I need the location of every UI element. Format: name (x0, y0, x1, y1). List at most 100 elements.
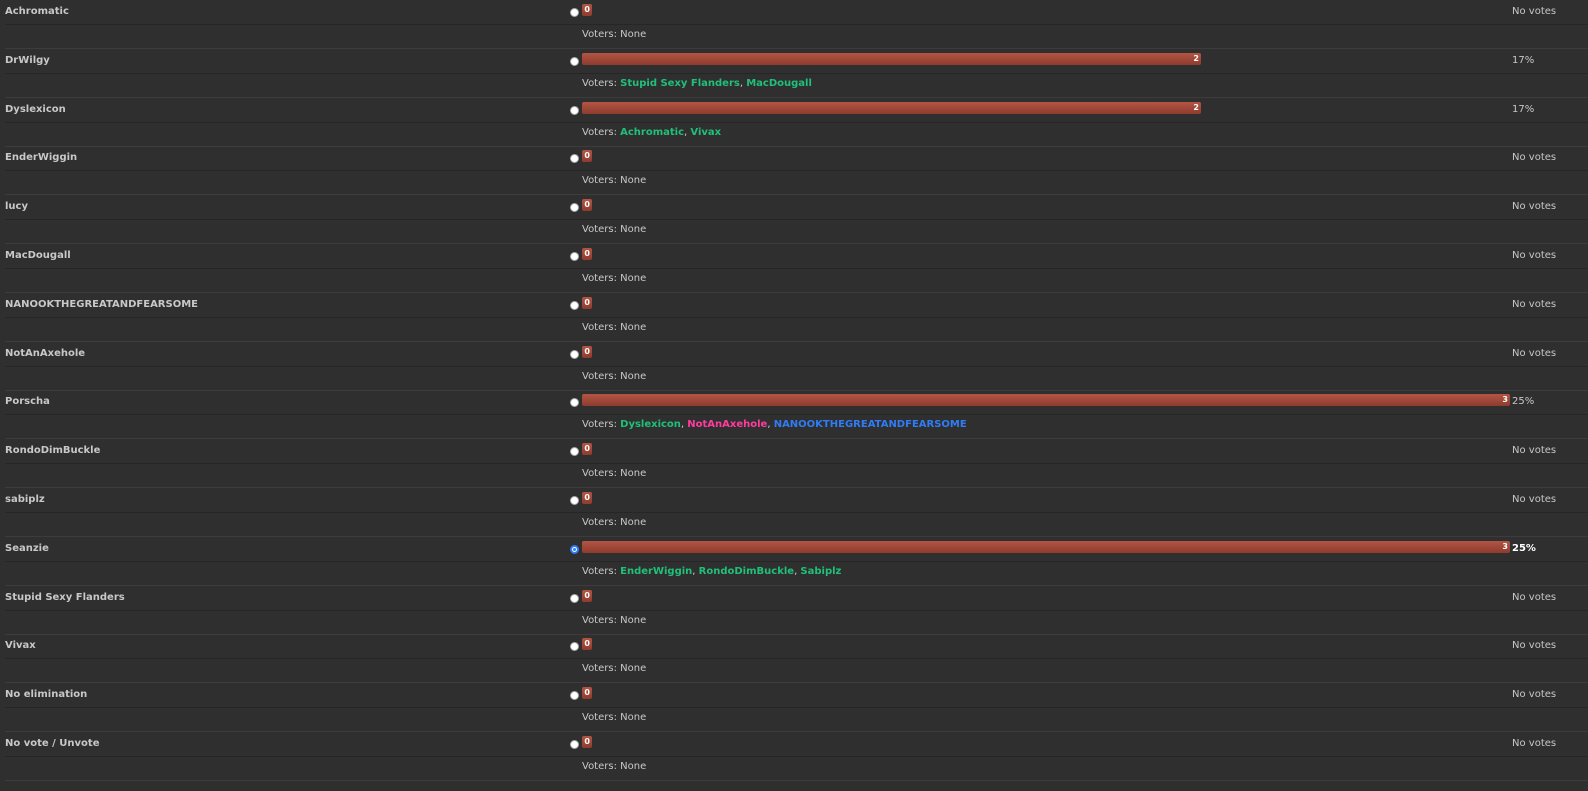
vote-radio[interactable] (570, 691, 579, 701)
poll-option-row[interactable]: RondoDimBuckle 0 No votes (5, 439, 1588, 465)
poll-option-row[interactable]: Achromatic 0 No votes (5, 0, 1588, 25)
poll-option-drwilgy: DrWilgy 2 17% Voters: Stupid Sexy Flanders,… (0, 49, 1588, 98)
vote-count: 3 (1502, 541, 1508, 551)
vote-count: 0 (584, 688, 590, 698)
voter-link[interactable]: Stupid Sexy Flanders (620, 78, 740, 89)
poll-option-seanzie: Seanzie 3 25% Voters: EnderWiggin, RondoDim… (0, 537, 1588, 586)
poll-option-macdougall: MacDougall 0 No votes Voters: None (0, 244, 1588, 293)
vote-count: 2 (1193, 53, 1199, 63)
vote-bar: 0 (582, 296, 592, 309)
voter-link[interactable]: Vivax (690, 127, 721, 138)
vote-percent: 17% (1512, 103, 1535, 115)
vote-percent: No votes (1512, 640, 1557, 652)
voters-label: Voters: (582, 419, 617, 431)
vote-count: 0 (584, 639, 590, 649)
poll-option-row[interactable]: Stupid Sexy Flanders 0 No votes (5, 586, 1588, 611)
voters-none: None (620, 175, 647, 187)
vote-radio[interactable] (570, 642, 579, 652)
vote-bar: 0 (582, 687, 592, 700)
vote-bar: 0 (582, 443, 592, 456)
voters-list: Voters: None (582, 29, 646, 40)
poll-option-row[interactable]: sabiplz 0 No votes (5, 488, 1588, 513)
vote-radio[interactable] (570, 300, 579, 310)
voters-list: Voters: None (582, 224, 646, 235)
poll-option-row[interactable]: MacDougall 0 No votes (5, 244, 1588, 269)
vote-bar: 0 (582, 735, 592, 748)
poll-option-notanaxehole: NotAnAxehole 0 No votes Voters: None (0, 342, 1588, 391)
poll-option-row[interactable]: DrWilgy 2 17% (5, 49, 1588, 74)
poll-option-row[interactable]: lucy 0 No votes (5, 195, 1588, 221)
voter-link[interactable]: Dyslexicon (620, 419, 681, 430)
vote-radio[interactable] (570, 154, 579, 164)
vote-percent: No votes (1512, 152, 1557, 164)
vote-percent: No votes (1512, 298, 1557, 310)
voter-link[interactable]: Achromatic (620, 127, 684, 138)
poll-option-stupid-sexy-flanders: Stupid Sexy Flanders 0 No votes Voters: Non… (0, 586, 1588, 635)
voter-link[interactable]: MacDougall (746, 78, 812, 89)
vote-radio[interactable] (570, 739, 579, 749)
poll-option-row[interactable]: NotAnAxehole 0 No votes (5, 342, 1588, 367)
vote-percent: No votes (1512, 249, 1557, 261)
option-name: No vote / Unvote (5, 737, 100, 749)
vote-radio[interactable] (570, 398, 579, 408)
voter-link[interactable]: NotAnAxehole (687, 419, 767, 430)
vote-radio[interactable] (570, 349, 579, 359)
vote-percent: No votes (1512, 493, 1557, 505)
voters-none: None (620, 663, 647, 675)
voters-list: Voters: EnderWiggin, RondoDimBuckle, Sab… (582, 565, 842, 577)
voters-list: Voters: None (582, 615, 646, 626)
vote-radio[interactable] (570, 447, 579, 457)
option-name: DrWilgy (5, 54, 50, 66)
vote-count: 0 (584, 736, 590, 746)
vote-radio[interactable] (570, 203, 579, 213)
vote-percent: No votes (1512, 689, 1557, 701)
voters-row: Voters: None (5, 367, 1588, 391)
vote-radio[interactable] (570, 495, 579, 505)
poll-option-row[interactable]: Seanzie 3 25% (5, 537, 1588, 562)
voters-list: Voters: None (582, 175, 646, 186)
vote-radio[interactable] (570, 251, 579, 261)
voters-row: Voters: Stupid Sexy Flanders, MacDougall (5, 74, 1588, 98)
poll-option-row[interactable]: Porscha 3 25% (5, 390, 1588, 416)
voter-link[interactable]: Sabiplz (800, 566, 841, 577)
voters-label: Voters: (582, 565, 617, 577)
vote-bar: 0 (582, 199, 592, 212)
poll-option-row[interactable]: NANOOKTHEGREATANDFEARSOME 0 No votes (5, 293, 1588, 318)
vote-radio[interactable] (570, 105, 579, 115)
poll-option-row[interactable]: Vivax 0 No votes (5, 634, 1588, 660)
vote-count: 0 (584, 492, 590, 502)
voters-none: None (620, 321, 647, 333)
vote-percent: 25% (1512, 396, 1535, 408)
vote-radio[interactable] (570, 593, 579, 603)
poll-option-no-elimination: No elimination 0 No votes Voters: None (0, 683, 1588, 733)
option-name: NotAnAxehole (5, 347, 86, 359)
poll-option-row[interactable]: No elimination 0 No votes (5, 683, 1588, 709)
vote-count: 0 (584, 5, 590, 14)
voter-link[interactable]: EnderWiggin (620, 566, 692, 577)
vote-radio[interactable] (570, 544, 579, 554)
vote-percent: No votes (1512, 6, 1557, 17)
vote-radio[interactable] (570, 8, 579, 17)
voter-link[interactable]: NANOOKTHEGREATANDFEARSOME (774, 419, 967, 430)
voters-label: Voters: (582, 663, 617, 675)
option-name: No elimination (5, 689, 88, 701)
poll-option-enderwiggin: EnderWiggin 0 No votes Voters: None (0, 146, 1588, 196)
poll-option-row[interactable]: Dyslexicon 2 17% (5, 98, 1588, 123)
vote-count: 0 (584, 444, 590, 454)
vote-bar: 3 (582, 394, 1510, 407)
vote-bar: 0 (582, 345, 592, 358)
voter-link[interactable]: RondoDimBuckle (699, 566, 794, 577)
voters-list: Voters: None (582, 517, 646, 528)
voters-row: Voters: None (5, 171, 1588, 196)
vote-count: 0 (584, 297, 590, 307)
vote-bar: 0 (582, 589, 592, 602)
voters-none: None (620, 516, 647, 528)
voters-list: Voters: Achromatic, Vivax (582, 126, 722, 138)
voters-row: Voters: None (5, 757, 1588, 781)
poll-option-row[interactable]: EnderWiggin 0 No votes (5, 146, 1588, 172)
poll-option-row[interactable]: No vote / Unvote 0 No votes (5, 732, 1588, 757)
voters-label: Voters: (582, 224, 617, 236)
vote-radio[interactable] (570, 56, 579, 66)
option-name: Seanzie (5, 542, 49, 554)
poll-option-vivax: Vivax 0 No votes Voters: None (0, 634, 1588, 684)
